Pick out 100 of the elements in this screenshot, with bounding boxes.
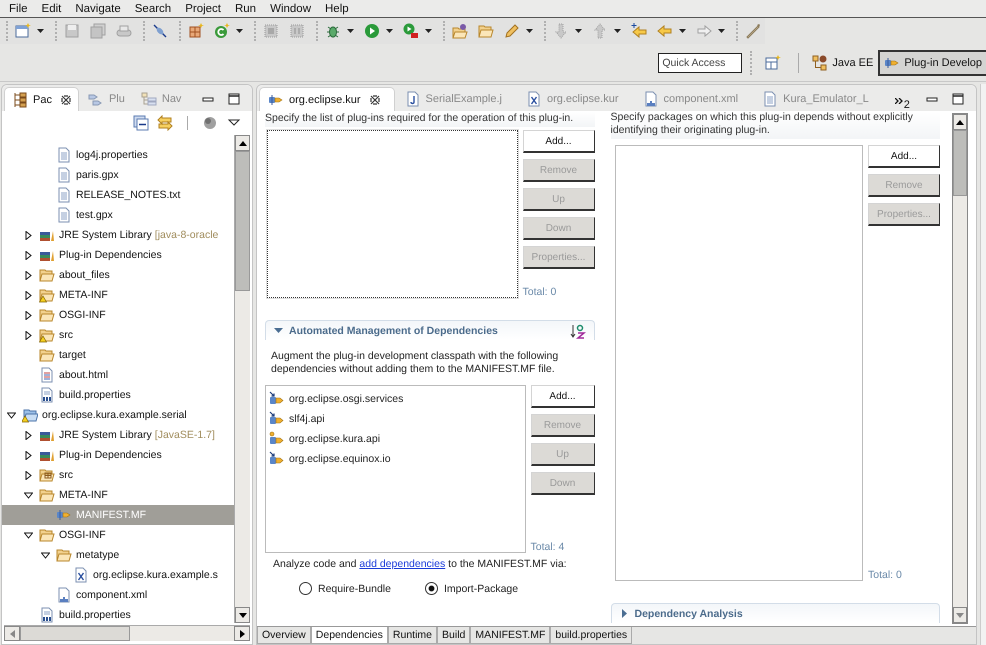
caret-icon	[236, 29, 243, 33]
menu-item[interactable]: Help	[318, 2, 356, 14]
menu-item[interactable]: Run	[228, 2, 264, 14]
expand-arrow-icon[interactable]	[24, 330, 33, 340]
section-title[interactable]: Automated Management of Dependencies	[289, 324, 498, 336]
tree-item[interactable]: org.eclipse.kura.example.s	[2, 565, 234, 585]
radio-option[interactable]: Require-Bundle	[299, 582, 391, 595]
more-tabs-button[interactable]: 2	[890, 89, 914, 111]
list-button[interactable]: Add...	[530, 385, 594, 408]
scroll-up-icon[interactable]	[956, 120, 964, 124]
page-tab[interactable]: MANIFEST.MF	[470, 627, 550, 644]
expand-arrow-icon[interactable]	[24, 470, 33, 480]
tree-item[interactable]: OSGI-INF	[2, 305, 234, 325]
expand-arrow-icon[interactable]	[24, 270, 33, 280]
collapse-arrow-icon[interactable]	[24, 530, 33, 540]
html-file-icon	[39, 367, 55, 383]
tree-item[interactable]: META-INF	[2, 485, 234, 505]
tree-item[interactable]: paris.gpx	[2, 165, 234, 185]
tree-item[interactable]: JRE System Library [java-8-oracle	[2, 225, 234, 245]
tree-item[interactable]: OSGI-INF	[2, 525, 234, 545]
collapse-arrow-icon[interactable]	[7, 410, 16, 420]
tree-item[interactable]: Plug-in Dependencies	[2, 445, 234, 465]
tree-item[interactable]: org.eclipse.kura.example.serial	[2, 405, 234, 425]
expand-arrow-icon[interactable]	[24, 450, 33, 460]
radio-label: Require-Bundle	[318, 582, 391, 594]
list-item[interactable]: org.eclipse.equinox.io	[269, 449, 522, 469]
maximize-icon[interactable]	[228, 93, 240, 105]
tree-item[interactable]: log4j.properties	[2, 145, 234, 165]
scroll-thumb[interactable]	[20, 626, 130, 641]
expand-arrow-icon[interactable]	[24, 310, 33, 320]
section-title[interactable]: Dependency Analysis	[634, 608, 743, 620]
menu-item[interactable]: File	[2, 2, 35, 14]
add-dependencies-link[interactable]: add dependencies	[359, 558, 446, 570]
page-tab[interactable]: Runtime	[388, 627, 438, 644]
scroll-down-icon[interactable]	[238, 612, 246, 618]
tree-item[interactable]: JRE System Library [JavaSE-1.7]	[2, 425, 234, 445]
tree-item[interactable]: metatype	[2, 545, 234, 565]
page-tab[interactable]: build.properties	[550, 627, 632, 644]
sort-icon[interactable]	[570, 322, 586, 338]
expand-triangle-icon[interactable]	[620, 609, 628, 618]
scroll-up-icon[interactable]	[238, 140, 246, 146]
scroll-thumb[interactable]	[235, 151, 250, 291]
radio-button[interactable]	[299, 582, 312, 595]
filter-icon[interactable]	[202, 115, 218, 131]
vertical-scrollbar[interactable]	[952, 113, 968, 624]
analyze-sentence: Analyze code and add dependencies to the MANIFEST.MF via:	[273, 558, 568, 570]
plug-icon	[269, 431, 285, 447]
tree-item[interactable]: src	[2, 325, 234, 345]
collapse-arrow-icon[interactable]	[24, 490, 33, 500]
tree-item[interactable]: RELEASE_NOTES.txt	[2, 185, 234, 205]
menu-item[interactable]: Navigate	[68, 2, 128, 14]
list-button[interactable]: Add...	[522, 130, 594, 153]
view-tab[interactable]: Pac	[4, 87, 79, 111]
page-tab[interactable]: Overview	[257, 627, 311, 644]
radio-button[interactable]	[424, 582, 438, 595]
page-tab[interactable]: Build	[437, 627, 470, 644]
expand-arrow-icon[interactable]	[24, 230, 33, 240]
collapse-triangle-icon[interactable]	[274, 326, 283, 335]
close-icon[interactable]	[370, 94, 380, 104]
menu-item[interactable]: Search	[128, 2, 178, 14]
perspective-button[interactable]: Plug-in Develop	[878, 50, 986, 76]
collapse-arrow-icon[interactable]	[41, 550, 50, 560]
scroll-right-icon[interactable]	[240, 630, 244, 638]
caret-icon	[37, 29, 44, 33]
tree-item[interactable]: test.gpx	[2, 205, 234, 225]
scroll-left-icon[interactable]	[10, 630, 14, 638]
editor-tab[interactable]: org.eclipse.kur	[259, 87, 395, 111]
tree-item[interactable]: META-INF	[2, 285, 234, 305]
maximize-icon[interactable]	[952, 93, 964, 105]
tree-item[interactable]: build.properties	[2, 385, 234, 405]
menu-item[interactable]: Window	[263, 2, 318, 14]
expand-arrow-icon[interactable]	[24, 250, 33, 260]
tree-item[interactable]: src	[2, 465, 234, 485]
menu-item[interactable]: Project	[178, 2, 228, 14]
tree-item[interactable]: about.html	[2, 365, 234, 385]
total-count: Total: 4	[530, 541, 566, 553]
collapse-all-icon[interactable]	[133, 115, 149, 131]
list-button[interactable]: Add...	[868, 145, 940, 168]
tree-item[interactable]: component.xml	[2, 585, 234, 605]
tree-item[interactable]: Plug-in Dependencies	[2, 245, 234, 265]
list-item[interactable]: org.eclipse.osgi.services	[269, 389, 522, 409]
horizontal-scrollbar[interactable]	[4, 625, 250, 641]
quick-access-field[interactable]: Quick Access	[658, 52, 742, 72]
perspective-button[interactable]: Java EE	[807, 50, 878, 76]
radio-option[interactable]: Import-Package	[424, 582, 518, 595]
expand-arrow-icon[interactable]	[24, 290, 33, 300]
document-icon	[56, 207, 72, 223]
link-arrows-icon[interactable]	[157, 115, 173, 131]
scroll-thumb[interactable]	[953, 130, 967, 196]
close-icon[interactable]	[60, 94, 71, 104]
list-item[interactable]: slf4j.api	[269, 409, 522, 429]
back-icon	[657, 23, 673, 39]
menu-item[interactable]: Edit	[34, 2, 68, 14]
page-tab[interactable]: Dependencies	[310, 627, 388, 644]
tree-item[interactable]: about_files	[2, 265, 234, 285]
tree-item[interactable]: target	[2, 345, 234, 365]
vertical-scrollbar[interactable]	[234, 135, 250, 623]
list-item[interactable]: org.eclipse.kura.api	[269, 429, 522, 449]
tree-item[interactable]: build.properties	[2, 605, 234, 625]
expand-arrow-icon[interactable]	[24, 430, 33, 440]
